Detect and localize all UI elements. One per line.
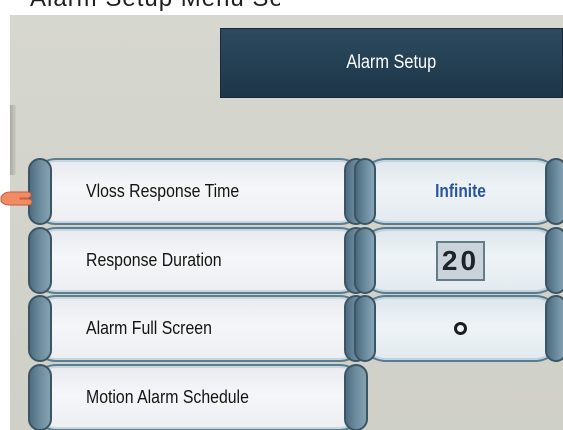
page-title: Alarm Setup [346, 52, 437, 73]
hand-pointer-icon [0, 191, 33, 206]
response-duration-digit-box: 20 [435, 240, 486, 281]
page-title-bar: Alarm Setup [220, 28, 563, 98]
row-left-cap [28, 227, 52, 294]
row-left-cap [28, 364, 52, 430]
menu-item-label: Response Duration [86, 250, 222, 270]
menu-item-label: Alarm Full Screen [86, 318, 212, 338]
value-right-cap [545, 158, 563, 225]
menu-item-response-duration[interactable]: Response Duration [28, 227, 368, 294]
row-left-cap [28, 295, 52, 362]
value-left-cap [354, 227, 376, 294]
main-panel: Alarm Setup Vloss Response Time Infinite… [10, 15, 563, 430]
response-duration-value[interactable]: 20 [354, 227, 563, 294]
top-cropped-text: Alarm Setup Menu Setup [30, 0, 280, 14]
vloss-response-time-value-text: Infinite [435, 181, 486, 201]
vloss-response-time-value[interactable]: Infinite [354, 158, 563, 225]
row-right-cap [344, 364, 368, 430]
alarm-setup-screen: Alarm Setup Menu Setup Alarm Setup Vloss… [0, 0, 563, 430]
value-right-cap [545, 227, 563, 294]
toggle-circle-icon [454, 322, 467, 335]
menu-item-label: Motion Alarm Schedule [86, 387, 249, 407]
menu-item-label: Vloss Response Time [86, 181, 240, 201]
left-edge-shadow [10, 105, 16, 175]
alarm-full-screen-value[interactable]: O [354, 295, 563, 362]
value-right-cap [545, 295, 563, 362]
menu-item-motion-alarm-schedule[interactable]: Motion Alarm Schedule [28, 364, 368, 430]
menu-item-vloss-response-time[interactable]: Vloss Response Time [28, 158, 368, 225]
menu-item-alarm-full-screen[interactable]: Alarm Full Screen [28, 295, 368, 362]
value-left-cap [354, 295, 376, 362]
value-left-cap [354, 158, 376, 225]
